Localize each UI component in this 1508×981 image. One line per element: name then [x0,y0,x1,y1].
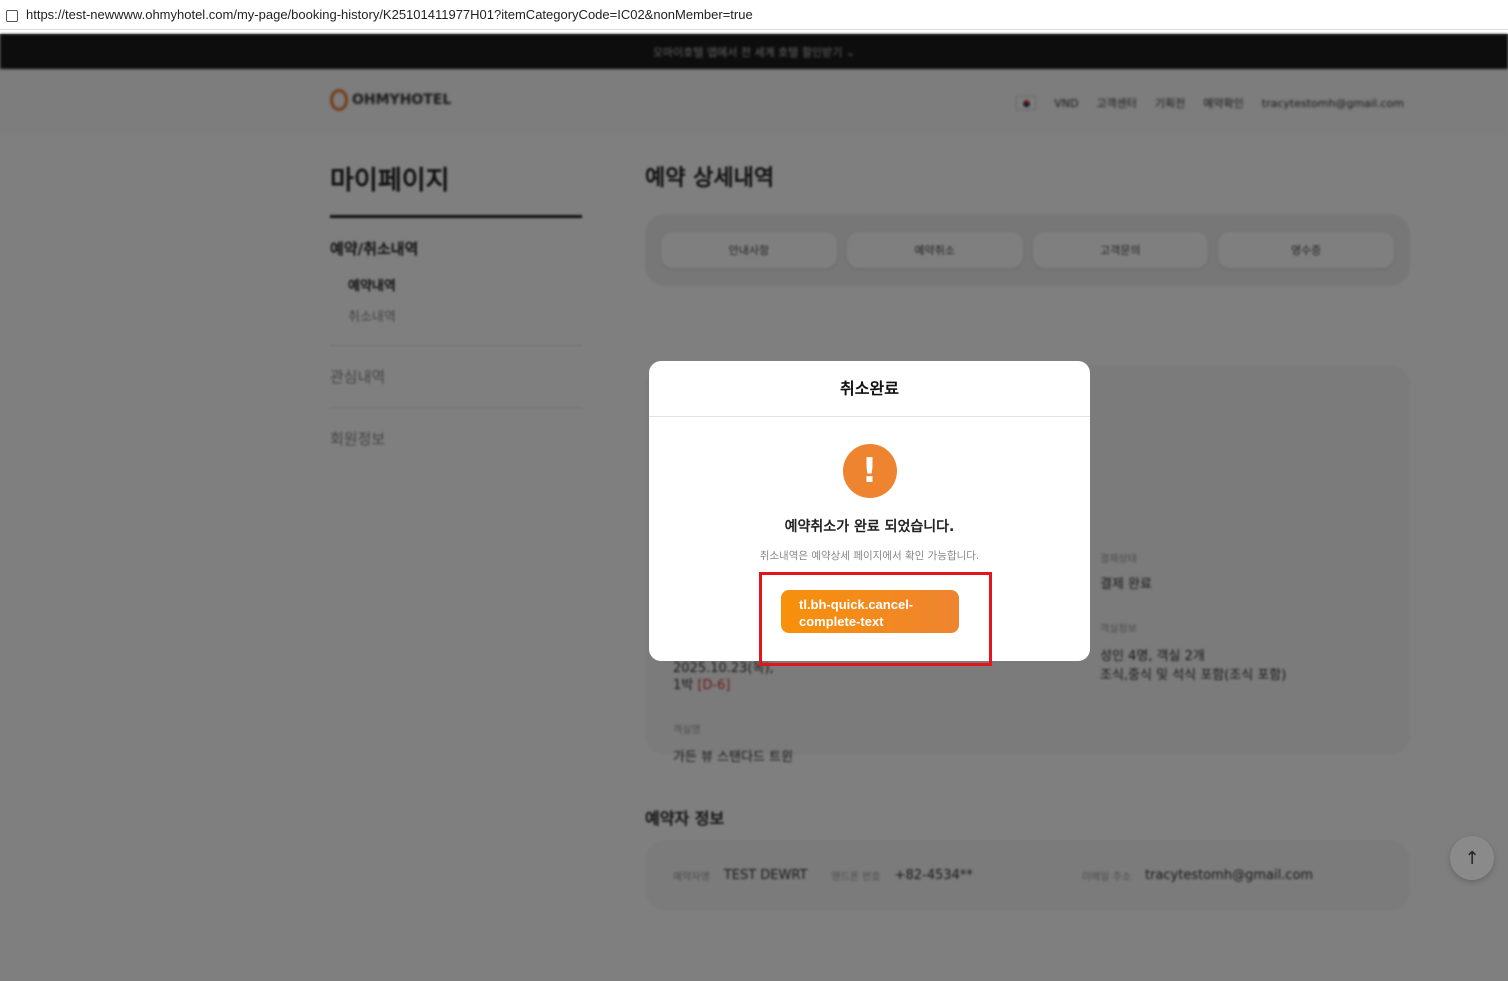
lock-icon [6,9,18,22]
dialog-submessage: 취소내역은 예약상세 페이지에서 확인 가능합니다. [759,550,980,562]
url-text[interactable]: https://test-newwww.ohmyhotel.com/my-pag… [26,7,753,22]
scroll-to-top-button[interactable]: ↑ [1450,836,1494,880]
dialog-title: 취소완료 [649,361,1090,417]
dialog-message: 예약취소가 완료 되었습니다. [784,519,955,535]
arrow-up-icon: ↑ [1464,847,1480,869]
highlight-box [759,572,992,666]
exclamation-icon: ! [842,444,897,498]
address-bar[interactable]: https://test-newwww.ohmyhotel.com/my-pag… [0,0,1508,30]
